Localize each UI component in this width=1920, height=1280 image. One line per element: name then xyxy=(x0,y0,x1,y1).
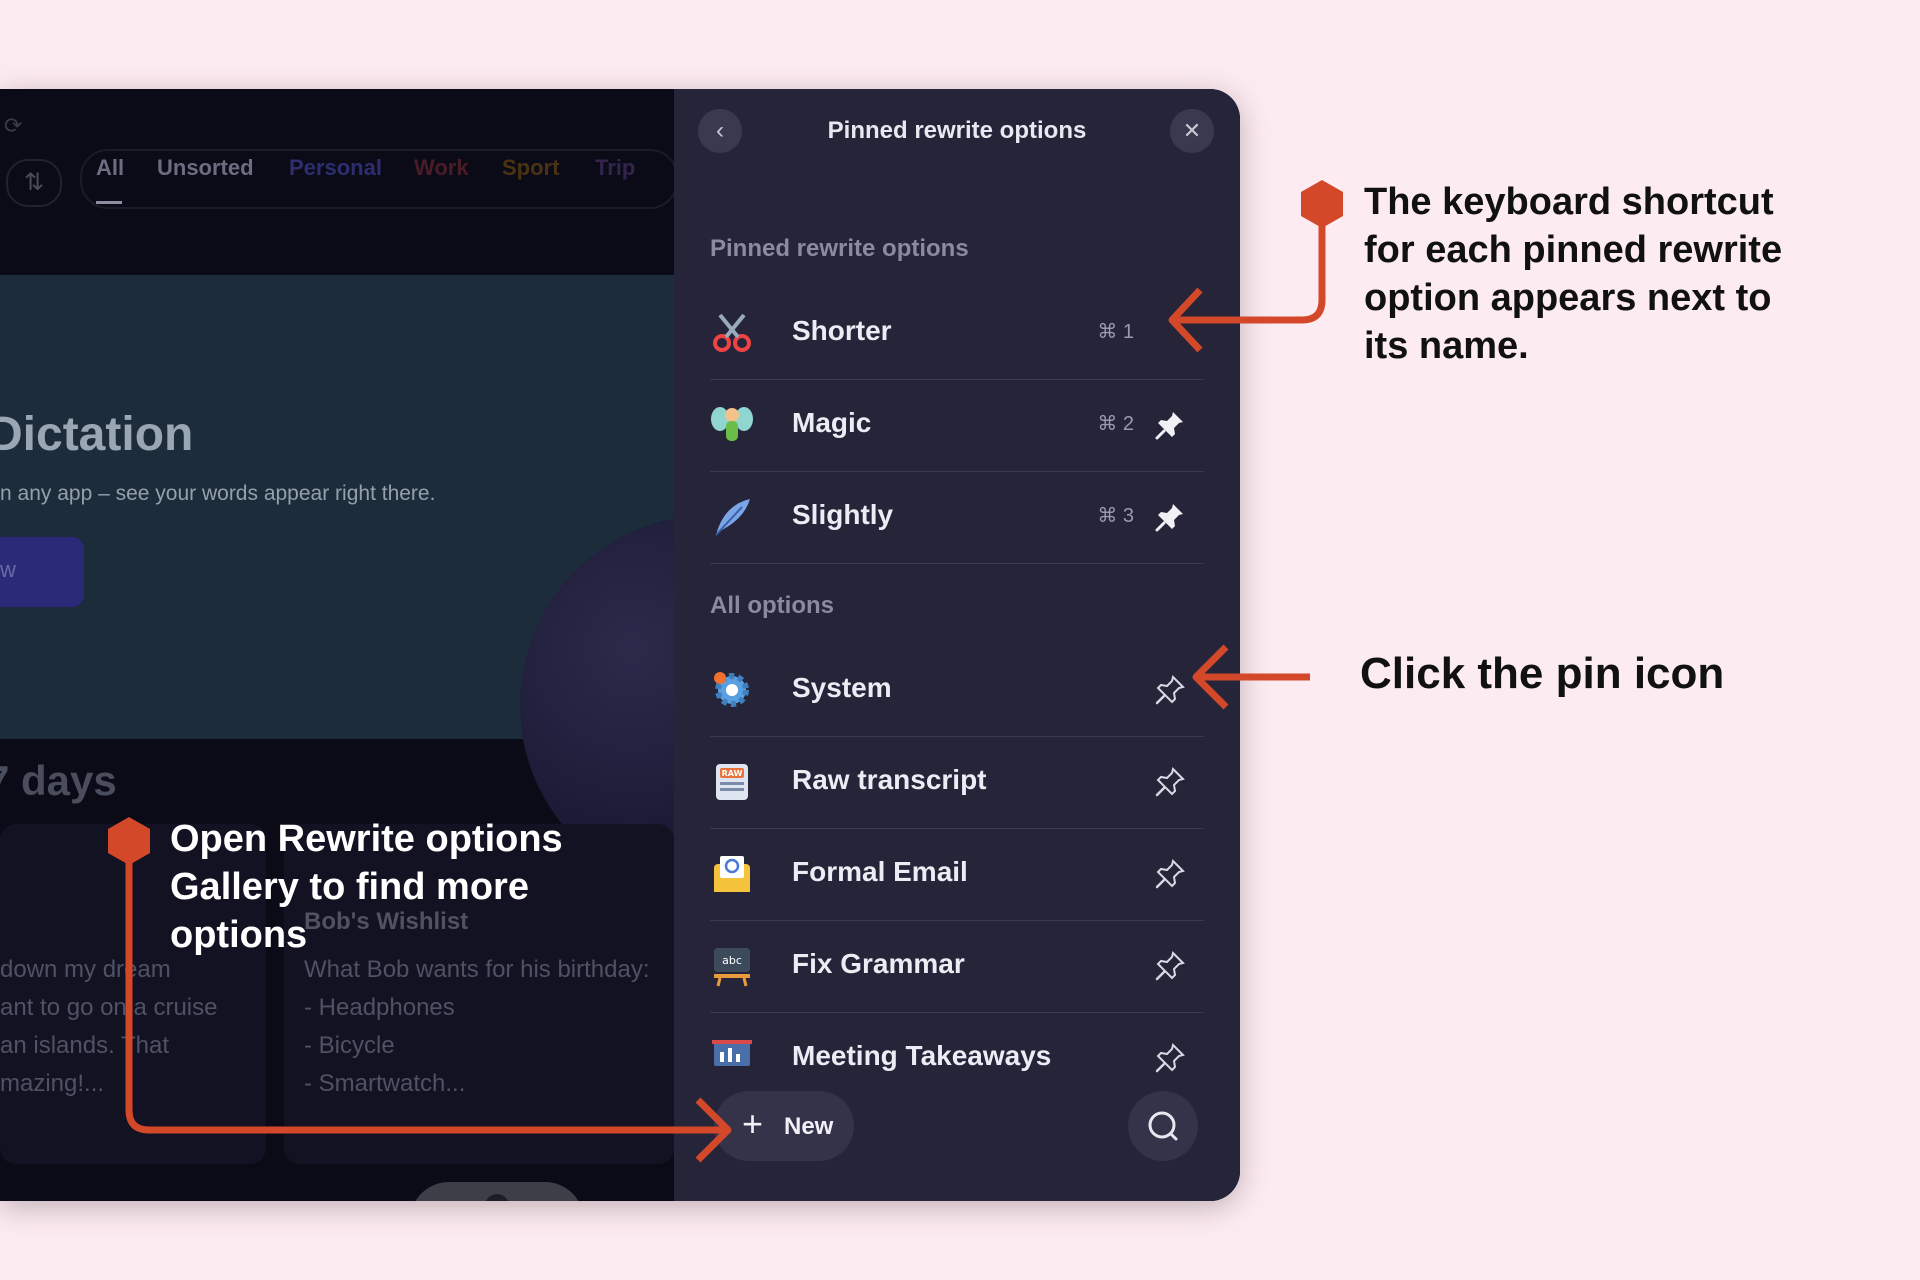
marker-hexagon xyxy=(1301,180,1343,228)
annotation-gallery: Open Rewrite options Gallery to find mor… xyxy=(170,815,563,959)
annotation-line: Open Rewrite options xyxy=(170,818,563,860)
annotation-line: options xyxy=(170,914,308,956)
annotation-line: Gallery to find more xyxy=(170,866,529,908)
annotation-line: option appears next to xyxy=(1364,277,1772,319)
arrow-shortcut xyxy=(1172,222,1326,324)
annotation-pin: Click the pin icon xyxy=(1360,649,1725,698)
marker-hexagon xyxy=(108,817,150,865)
annotation-line: The keyboard shortcut xyxy=(1364,181,1774,223)
annotation-line: its name. xyxy=(1364,325,1529,367)
annotation-line: for each pinned rewrite xyxy=(1364,229,1783,271)
annotation-shortcut: The keyboard shortcut for each pinned re… xyxy=(1364,178,1782,370)
